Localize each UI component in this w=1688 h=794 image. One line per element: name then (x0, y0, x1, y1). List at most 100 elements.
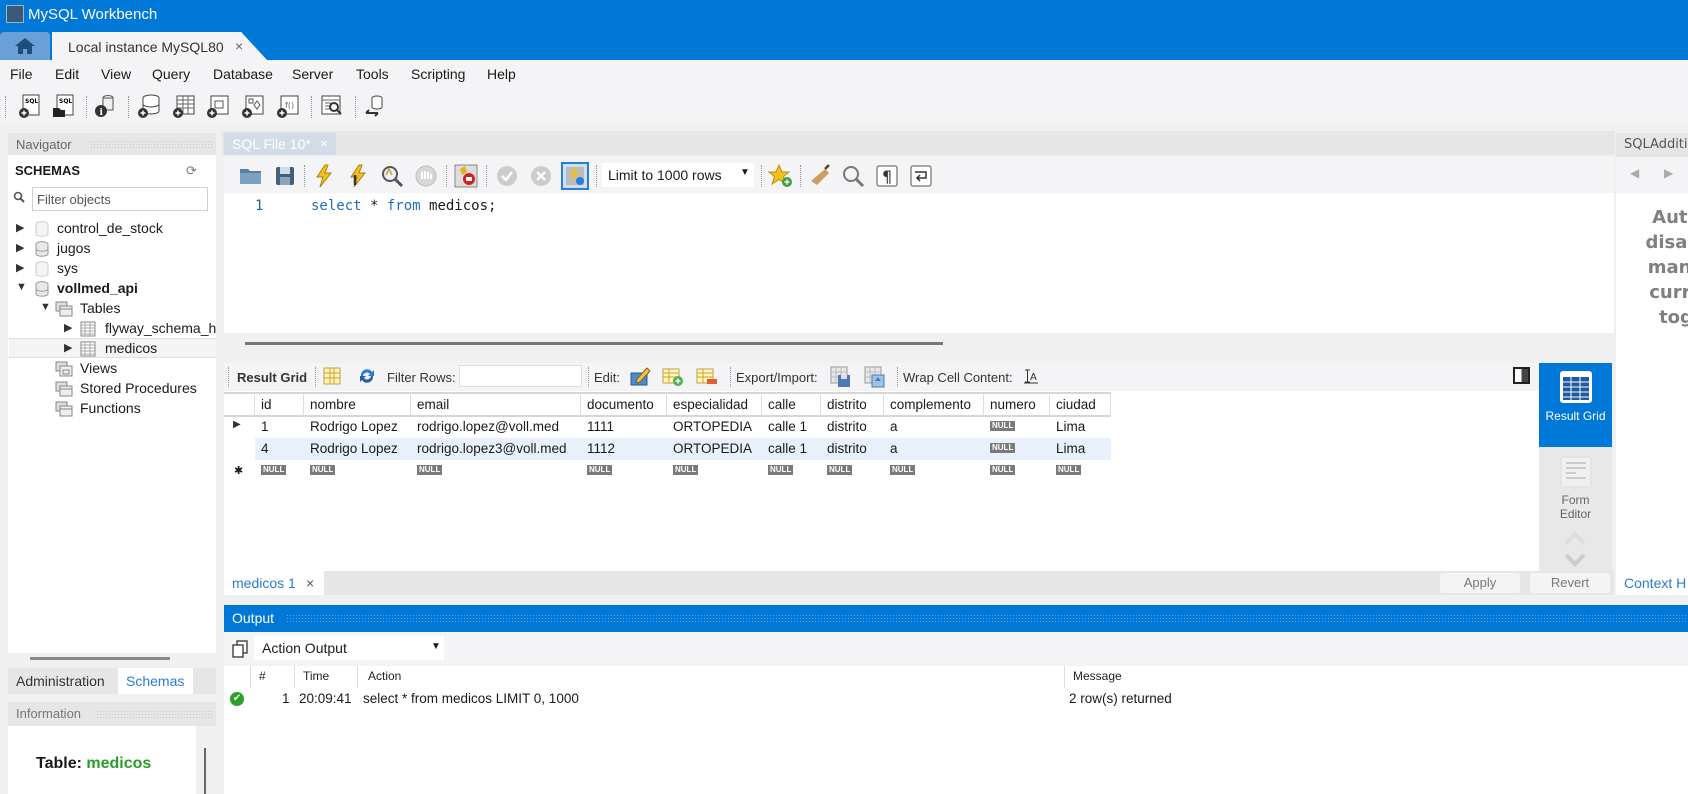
schema-item-vollmed-api[interactable]: ▼ vollmed_api (12, 279, 212, 299)
result-tab-medicos-1[interactable]: medicos 1 × (224, 571, 324, 595)
row-header[interactable] (224, 438, 255, 460)
copy-icon[interactable] (232, 640, 250, 658)
grid-cell-nombre[interactable]: Rodrigo Lopez (304, 416, 411, 438)
grid-cell-especialidad[interactable]: ORTOPEDIA (667, 438, 762, 460)
tree-item-views[interactable]: Views (12, 359, 212, 379)
editor-horizontal-scrollbar[interactable] (245, 342, 943, 345)
column-header-complemento[interactable]: complemento (884, 392, 984, 417)
column-selector-icon[interactable] (323, 367, 341, 385)
collapse-arrow-icon[interactable]: ▼ (40, 301, 51, 313)
output-col-action[interactable]: Action (368, 669, 401, 683)
navigator-horizontal-scrollbar[interactable] (30, 657, 170, 660)
sql-code-line[interactable]: select * from medicos; (311, 198, 496, 214)
export-icon[interactable] (830, 366, 852, 388)
limit-rows-select[interactable]: Limit to 1000 rows ▼ (602, 163, 754, 187)
column-header-distrito[interactable]: distrito (821, 392, 884, 417)
close-tab-icon[interactable]: × (235, 38, 243, 54)
information-scrollbar[interactable] (204, 748, 206, 794)
new-row-cell-distrito[interactable]: NULL (821, 460, 884, 482)
schema-item-jugos[interactable]: ▶ jugos (12, 239, 212, 259)
insert-row-icon[interactable] (662, 367, 684, 387)
new-row-marker[interactable]: ✱ (224, 460, 255, 482)
grid-cell-ciudad[interactable]: Lima (1050, 438, 1111, 460)
grid-cell-documento[interactable]: 1112 (581, 438, 667, 460)
grid-cell-numero[interactable]: NULL (984, 438, 1050, 460)
grid-cell-distrito[interactable]: distrito (821, 416, 884, 438)
grid-cell-email[interactable]: rodrigo.lopez3@voll.med (411, 438, 581, 460)
tree-item-stored-procedures[interactable]: Stored Procedures (12, 379, 212, 399)
column-header-id[interactable]: id (255, 392, 304, 417)
expand-arrow-icon[interactable]: ▶ (64, 321, 72, 334)
grid-cell-distrito[interactable]: distrito (821, 438, 884, 460)
toggle-stop-on-error-icon[interactable] (453, 163, 479, 189)
toggle-invisible-chars-icon[interactable]: ¶ (874, 163, 900, 189)
scroll-up-down-icon[interactable] (1562, 529, 1588, 569)
sql-editor-area[interactable] (224, 193, 1614, 333)
expand-arrow-icon[interactable]: ▶ (64, 341, 72, 354)
menu-scripting[interactable]: Scripting (411, 66, 465, 82)
refresh-schemas-icon[interactable]: ⟳ (186, 163, 197, 179)
reconnect-icon[interactable] (362, 93, 388, 119)
rollback-icon[interactable] (528, 163, 554, 189)
filter-objects-input[interactable] (33, 188, 207, 210)
next-icon[interactable]: ▶ (1664, 166, 1673, 180)
toggle-side-panel-icon[interactable] (1513, 367, 1530, 384)
home-tab[interactable] (0, 32, 50, 60)
output-col-num[interactable]: # (259, 669, 266, 683)
current-row-marker[interactable]: ▶ (224, 416, 255, 438)
new-row-cell-email[interactable]: NULL (411, 460, 581, 482)
create-function-icon[interactable]: f() (275, 93, 301, 119)
beautify-icon[interactable] (807, 163, 833, 189)
save-icon[interactable] (272, 163, 298, 189)
new-row-cell-calle[interactable]: NULL (762, 460, 821, 482)
sql-file-tab[interactable]: SQL File 10* × (224, 133, 336, 155)
add-snippet-icon[interactable] (768, 163, 794, 189)
tab-schemas[interactable]: Schemas (118, 668, 193, 694)
import-icon[interactable] (864, 366, 886, 388)
schema-item-control-de-stock[interactable]: ▶ control_de_stock (12, 219, 212, 239)
autocommit-toggle-icon[interactable] (561, 162, 589, 190)
search-table-data-icon[interactable] (319, 93, 345, 119)
column-header-calle[interactable]: calle (762, 392, 821, 417)
table-item-medicos[interactable]: ▶ medicos (9, 338, 216, 358)
new-row-cell-nombre[interactable]: NULL (304, 460, 411, 482)
column-header-nombre[interactable]: nombre (304, 392, 411, 417)
commit-icon[interactable] (494, 163, 520, 189)
menu-edit[interactable]: Edit (55, 66, 79, 82)
schema-inspector-icon[interactable]: i (93, 93, 119, 119)
new-row-cell-documento[interactable]: NULL (581, 460, 667, 482)
context-help-tab[interactable]: Context H (1616, 571, 1688, 595)
grid-cell-calle[interactable]: calle 1 (762, 416, 821, 438)
grid-cell-id[interactable]: 4 (255, 438, 304, 460)
table-item-flyway-schema-history[interactable]: ▶ flyway_schema_h (12, 319, 218, 339)
new-row-cell-numero[interactable]: NULL (984, 460, 1050, 482)
result-grid-label[interactable]: Result Grid (237, 370, 307, 385)
new-row-cell-especialidad[interactable]: NULL (667, 460, 762, 482)
new-sql-tab-icon[interactable]: SQL (17, 93, 43, 119)
menu-server[interactable]: Server (292, 66, 333, 82)
result-grid-view-button[interactable]: Result Grid (1539, 363, 1612, 447)
refresh-icon[interactable] (357, 367, 377, 385)
grid-cell-complemento[interactable]: a (884, 416, 984, 438)
output-col-message[interactable]: Message (1073, 669, 1122, 683)
close-tab-icon[interactable]: × (320, 136, 328, 151)
wrap-cell-content-icon[interactable]: A (1023, 368, 1039, 384)
column-header-numero[interactable]: numero (984, 392, 1050, 417)
column-header-email[interactable]: email (411, 392, 581, 417)
column-header-especialidad[interactable]: especialidad (667, 392, 762, 417)
find-replace-icon[interactable] (840, 163, 866, 189)
grid-cell-nombre[interactable]: Rodrigo Lopez (304, 438, 411, 460)
tree-item-functions[interactable]: Functions (12, 399, 212, 419)
grid-cell-id[interactable]: 1 (255, 416, 304, 438)
filter-objects-field[interactable] (32, 187, 208, 211)
grid-cell-numero[interactable]: NULL (984, 416, 1050, 438)
tree-item-tables[interactable]: ▼ Tables (12, 299, 212, 319)
apply-button[interactable]: Apply (1440, 573, 1520, 593)
collapse-arrow-icon[interactable]: ▼ (16, 281, 27, 293)
toggle-word-wrap-icon[interactable] (908, 163, 934, 189)
menu-query[interactable]: Query (152, 66, 190, 82)
new-row-cell-id[interactable]: NULL (255, 460, 304, 482)
new-row-cell-ciudad[interactable]: NULL (1050, 460, 1111, 482)
execute-current-statement-icon[interactable] (345, 163, 371, 189)
stop-icon[interactable] (413, 163, 439, 189)
